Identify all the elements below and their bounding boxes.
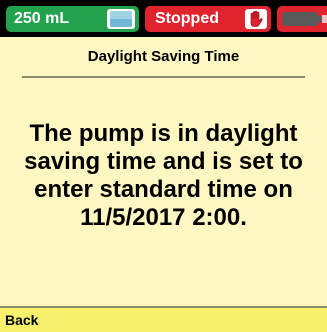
- pump-status: Stopped: [155, 10, 219, 27]
- battery-icon: [277, 6, 327, 32]
- iv-bag-icon: [107, 9, 135, 29]
- status-badge: Stopped: [145, 6, 271, 32]
- status-bar: 250 mL Stopped: [0, 0, 327, 37]
- plug-icon: [322, 15, 327, 23]
- dst-message: The pump is in daylight saving time and …: [24, 120, 303, 231]
- bag-fill-level: [110, 19, 132, 27]
- volume-value: 250 mL: [14, 10, 70, 27]
- hand-stop-icon: [245, 9, 267, 29]
- pump-screen: 250 mL Stopped Daylight Saving Time The …: [0, 0, 327, 332]
- back-button-label: Back: [5, 312, 39, 328]
- volume-badge: 250 mL: [6, 6, 139, 32]
- battery-cell: [282, 12, 318, 26]
- back-button[interactable]: Back: [0, 308, 327, 332]
- page-title: Daylight Saving Time: [87, 48, 240, 65]
- title-divider: [22, 76, 305, 78]
